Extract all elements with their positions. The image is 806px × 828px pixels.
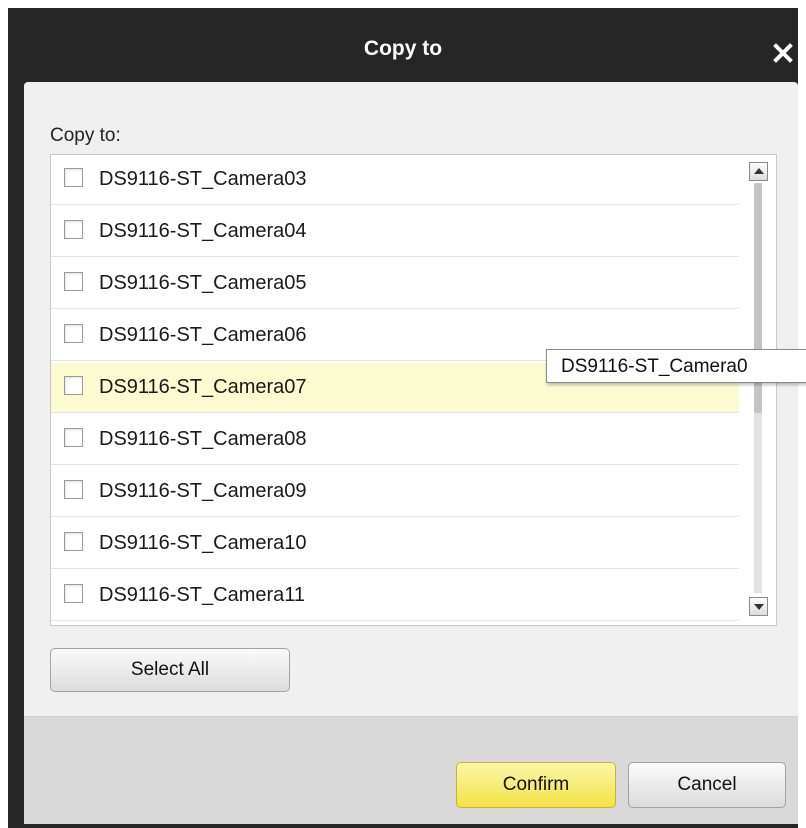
camera-checkbox[interactable]	[64, 324, 83, 343]
cancel-button[interactable]: Cancel	[628, 762, 786, 808]
list-item[interactable]: DS9116-ST_Camera11	[51, 571, 739, 621]
list-scrollbar[interactable]	[746, 155, 776, 625]
select-all-button[interactable]: Select All	[50, 648, 290, 692]
camera-checkbox[interactable]	[64, 376, 83, 395]
camera-label: DS9116-ST_Camera07	[99, 376, 307, 398]
list-item[interactable]: DS9116-ST_Camera08	[51, 415, 739, 465]
list-item[interactable]: DS9116-ST_Camera05	[51, 259, 739, 309]
camera-label: DS9116-ST_Camera06	[99, 324, 307, 346]
item-tooltip: DS9116-ST_Camera0	[546, 349, 806, 383]
close-icon[interactable]	[771, 41, 795, 65]
camera-label: DS9116-ST_Camera08	[99, 428, 307, 450]
copy-to-dialog: Copy to Copy to: DS9116-ST_Camera03 DS91…	[8, 8, 798, 828]
camera-label: DS9116-ST_Camera03	[99, 168, 307, 190]
camera-checkbox[interactable]	[64, 428, 83, 447]
list-item[interactable]: DS9116-ST_Camera04	[51, 207, 739, 257]
chevron-up-icon	[754, 168, 764, 174]
scroll-track[interactable]	[754, 183, 762, 593]
dialog-body: Copy to: DS9116-ST_Camera03 DS9116-ST_Ca…	[24, 82, 798, 824]
list-item[interactable]: DS9116-ST_Camera09	[51, 467, 739, 517]
scroll-down-button[interactable]	[749, 597, 768, 616]
chevron-down-icon	[754, 604, 764, 610]
copy-to-label: Copy to:	[50, 125, 121, 146]
scroll-up-button[interactable]	[749, 162, 768, 181]
camera-checkbox[interactable]	[64, 584, 83, 603]
dialog-title: Copy to	[363, 37, 443, 60]
camera-checkbox[interactable]	[64, 220, 83, 239]
camera-label: DS9116-ST_Camera05	[99, 272, 307, 294]
camera-checkbox[interactable]	[64, 532, 83, 551]
list-item[interactable]: DS9116-ST_Camera03	[51, 155, 739, 205]
camera-label: DS9116-ST_Camera11	[99, 584, 306, 606]
camera-checkbox[interactable]	[64, 480, 83, 499]
camera-checkbox[interactable]	[64, 168, 83, 187]
camera-list: DS9116-ST_Camera03 DS9116-ST_Camera04 DS…	[50, 154, 777, 626]
camera-label: DS9116-ST_Camera04	[99, 220, 307, 242]
camera-label: DS9116-ST_Camera09	[99, 480, 307, 502]
confirm-button[interactable]: Confirm	[456, 762, 616, 808]
tooltip-text: DS9116-ST_Camera0	[561, 356, 748, 377]
list-item[interactable]: DS9116-ST_Camera10	[51, 519, 739, 569]
camera-label: DS9116-ST_Camera10	[99, 532, 307, 554]
dialog-titlebar: Copy to	[8, 8, 798, 82]
camera-checkbox[interactable]	[64, 272, 83, 291]
